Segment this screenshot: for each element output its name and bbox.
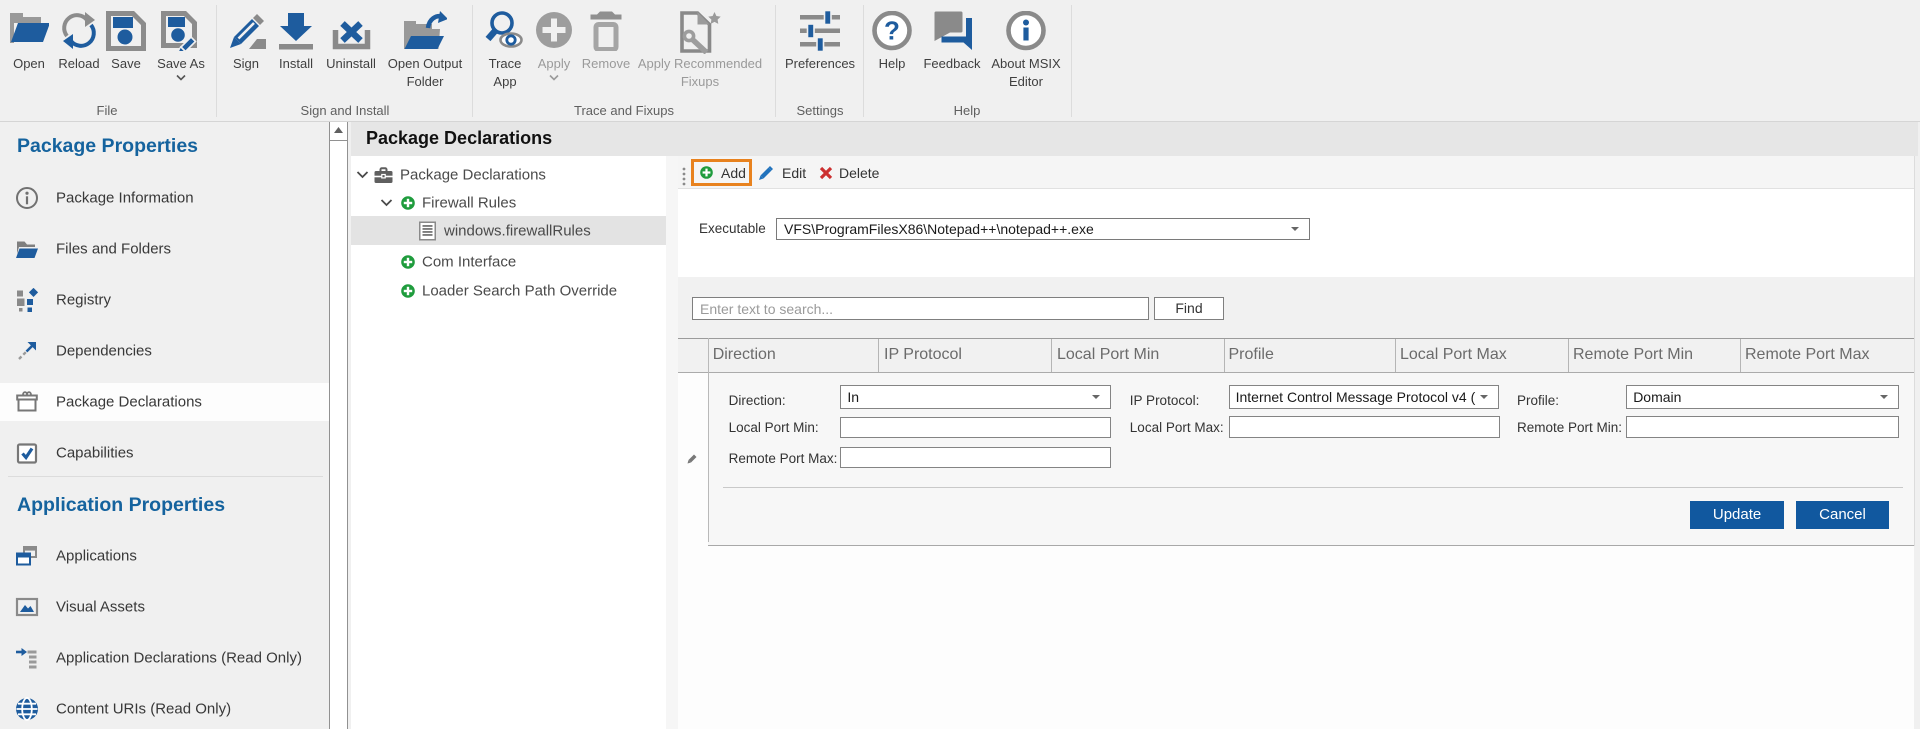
svg-text:?: ? [884, 16, 900, 46]
